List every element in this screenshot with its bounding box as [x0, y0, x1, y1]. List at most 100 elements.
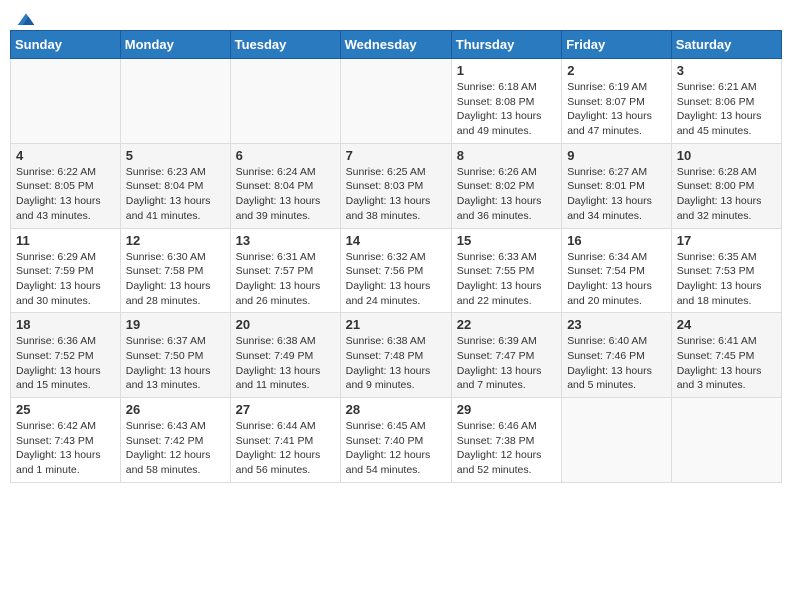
calendar-header-row: SundayMondayTuesdayWednesdayThursdayFrid…: [11, 31, 782, 59]
day-info: Sunrise: 6:21 AM Sunset: 8:06 PM Dayligh…: [677, 80, 776, 139]
day-number: 29: [457, 402, 556, 417]
calendar-cell: 1 Sunrise: 6:18 AM Sunset: 8:08 PM Daylig…: [451, 59, 561, 144]
calendar-cell: [562, 398, 672, 483]
day-number: 25: [16, 402, 115, 417]
day-number: 27: [236, 402, 335, 417]
calendar-cell: 9Sunrise: 6:27 AM Sunset: 8:01 PM Daylig…: [562, 143, 672, 228]
day-number: 19: [126, 317, 225, 332]
calendar-cell: 4Sunrise: 6:22 AM Sunset: 8:05 PM Daylig…: [11, 143, 121, 228]
day-number: 1: [457, 63, 556, 78]
calendar-week-row: 25 Sunrise: 6:42 AM Sunset: 7:43 PM Dayli…: [11, 398, 782, 483]
calendar-cell: 24 Sunrise: 6:41 AM Sunset: 7:45 PM Dayli…: [671, 313, 781, 398]
calendar-cell: [230, 59, 340, 144]
calendar-cell: 15 Sunrise: 6:33 AM Sunset: 7:55 PM Dayli…: [451, 228, 561, 313]
calendar-cell: 14 Sunrise: 6:32 AM Sunset: 7:56 PM Dayli…: [340, 228, 451, 313]
day-number: 22: [457, 317, 556, 332]
calendar-week-row: 18 Sunrise: 6:36 AM Sunset: 7:52 PM Dayli…: [11, 313, 782, 398]
day-header-monday: Monday: [120, 31, 230, 59]
day-info: Sunrise: 6:33 AM Sunset: 7:55 PM Dayligh…: [457, 250, 556, 309]
calendar-week-row: 4Sunrise: 6:22 AM Sunset: 8:05 PM Daylig…: [11, 143, 782, 228]
page-header: [10, 10, 782, 24]
day-header-wednesday: Wednesday: [340, 31, 451, 59]
day-info: Sunrise: 6:30 AM Sunset: 7:58 PM Dayligh…: [126, 250, 225, 309]
day-info: Sunrise: 6:39 AM Sunset: 7:47 PM Dayligh…: [457, 334, 556, 393]
calendar-cell: 8 Sunrise: 6:26 AM Sunset: 8:02 PM Daylig…: [451, 143, 561, 228]
day-number: 7: [346, 148, 446, 163]
day-header-saturday: Saturday: [671, 31, 781, 59]
day-number: 28: [346, 402, 446, 417]
calendar-cell: 6Sunrise: 6:24 AM Sunset: 8:04 PM Daylig…: [230, 143, 340, 228]
day-number: 20: [236, 317, 335, 332]
calendar-cell: 23Sunrise: 6:40 AM Sunset: 7:46 PM Dayli…: [562, 313, 672, 398]
day-info: Sunrise: 6:42 AM Sunset: 7:43 PM Dayligh…: [16, 419, 115, 478]
day-header-thursday: Thursday: [451, 31, 561, 59]
day-header-friday: Friday: [562, 31, 672, 59]
day-info: Sunrise: 6:31 AM Sunset: 7:57 PM Dayligh…: [236, 250, 335, 309]
day-info: Sunrise: 6:43 AM Sunset: 7:42 PM Dayligh…: [126, 419, 225, 478]
day-info: Sunrise: 6:24 AM Sunset: 8:04 PM Dayligh…: [236, 165, 335, 224]
calendar-cell: 5 Sunrise: 6:23 AM Sunset: 8:04 PM Daylig…: [120, 143, 230, 228]
day-number: 17: [677, 233, 776, 248]
day-info: Sunrise: 6:38 AM Sunset: 7:49 PM Dayligh…: [236, 334, 335, 393]
day-info: Sunrise: 6:34 AM Sunset: 7:54 PM Dayligh…: [567, 250, 666, 309]
day-info: Sunrise: 6:19 AM Sunset: 8:07 PM Dayligh…: [567, 80, 666, 139]
calendar-cell: 16 Sunrise: 6:34 AM Sunset: 7:54 PM Dayli…: [562, 228, 672, 313]
day-info: Sunrise: 6:32 AM Sunset: 7:56 PM Dayligh…: [346, 250, 446, 309]
logo: [14, 10, 36, 24]
calendar-cell: 13 Sunrise: 6:31 AM Sunset: 7:57 PM Dayli…: [230, 228, 340, 313]
day-number: 24: [677, 317, 776, 332]
day-info: Sunrise: 6:18 AM Sunset: 8:08 PM Dayligh…: [457, 80, 556, 139]
day-number: 15: [457, 233, 556, 248]
day-info: Sunrise: 6:40 AM Sunset: 7:46 PM Dayligh…: [567, 334, 666, 393]
day-info: Sunrise: 6:36 AM Sunset: 7:52 PM Dayligh…: [16, 334, 115, 393]
calendar-cell: [671, 398, 781, 483]
day-info: Sunrise: 6:23 AM Sunset: 8:04 PM Dayligh…: [126, 165, 225, 224]
calendar-cell: [120, 59, 230, 144]
day-number: 5: [126, 148, 225, 163]
day-number: 11: [16, 233, 115, 248]
day-info: Sunrise: 6:27 AM Sunset: 8:01 PM Dayligh…: [567, 165, 666, 224]
calendar-cell: 20 Sunrise: 6:38 AM Sunset: 7:49 PM Dayli…: [230, 313, 340, 398]
day-number: 26: [126, 402, 225, 417]
day-number: 16: [567, 233, 666, 248]
day-info: Sunrise: 6:25 AM Sunset: 8:03 PM Dayligh…: [346, 165, 446, 224]
calendar-cell: 22 Sunrise: 6:39 AM Sunset: 7:47 PM Dayli…: [451, 313, 561, 398]
day-info: Sunrise: 6:41 AM Sunset: 7:45 PM Dayligh…: [677, 334, 776, 393]
day-header-sunday: Sunday: [11, 31, 121, 59]
calendar-cell: 25 Sunrise: 6:42 AM Sunset: 7:43 PM Dayli…: [11, 398, 121, 483]
calendar-table: SundayMondayTuesdayWednesdayThursdayFrid…: [10, 30, 782, 483]
day-number: 14: [346, 233, 446, 248]
day-number: 12: [126, 233, 225, 248]
calendar-cell: 3 Sunrise: 6:21 AM Sunset: 8:06 PM Daylig…: [671, 59, 781, 144]
calendar-cell: 18 Sunrise: 6:36 AM Sunset: 7:52 PM Dayli…: [11, 313, 121, 398]
day-number: 18: [16, 317, 115, 332]
calendar-cell: 7 Sunrise: 6:25 AM Sunset: 8:03 PM Daylig…: [340, 143, 451, 228]
calendar-cell: [11, 59, 121, 144]
day-info: Sunrise: 6:46 AM Sunset: 7:38 PM Dayligh…: [457, 419, 556, 478]
calendar-cell: 26 Sunrise: 6:43 AM Sunset: 7:42 PM Dayli…: [120, 398, 230, 483]
day-number: 8: [457, 148, 556, 163]
calendar-cell: 11 Sunrise: 6:29 AM Sunset: 7:59 PM Dayli…: [11, 228, 121, 313]
calendar-cell: 2 Sunrise: 6:19 AM Sunset: 8:07 PM Daylig…: [562, 59, 672, 144]
calendar-cell: 17 Sunrise: 6:35 AM Sunset: 7:53 PM Dayli…: [671, 228, 781, 313]
day-number: 10: [677, 148, 776, 163]
day-info: Sunrise: 6:45 AM Sunset: 7:40 PM Dayligh…: [346, 419, 446, 478]
day-info: Sunrise: 6:28 AM Sunset: 8:00 PM Dayligh…: [677, 165, 776, 224]
day-info: Sunrise: 6:38 AM Sunset: 7:48 PM Dayligh…: [346, 334, 446, 393]
day-info: Sunrise: 6:29 AM Sunset: 7:59 PM Dayligh…: [16, 250, 115, 309]
day-info: Sunrise: 6:44 AM Sunset: 7:41 PM Dayligh…: [236, 419, 335, 478]
day-info: Sunrise: 6:35 AM Sunset: 7:53 PM Dayligh…: [677, 250, 776, 309]
calendar-week-row: 1 Sunrise: 6:18 AM Sunset: 8:08 PM Daylig…: [11, 59, 782, 144]
day-info: Sunrise: 6:22 AM Sunset: 8:05 PM Dayligh…: [16, 165, 115, 224]
day-number: 2: [567, 63, 666, 78]
day-number: 13: [236, 233, 335, 248]
calendar-cell: 12 Sunrise: 6:30 AM Sunset: 7:58 PM Dayli…: [120, 228, 230, 313]
calendar-cell: [340, 59, 451, 144]
calendar-cell: 10 Sunrise: 6:28 AM Sunset: 8:00 PM Dayli…: [671, 143, 781, 228]
day-number: 3: [677, 63, 776, 78]
calendar-cell: 29 Sunrise: 6:46 AM Sunset: 7:38 PM Dayli…: [451, 398, 561, 483]
day-info: Sunrise: 6:37 AM Sunset: 7:50 PM Dayligh…: [126, 334, 225, 393]
calendar-cell: 28 Sunrise: 6:45 AM Sunset: 7:40 PM Dayli…: [340, 398, 451, 483]
calendar-cell: 19 Sunrise: 6:37 AM Sunset: 7:50 PM Dayli…: [120, 313, 230, 398]
day-info: Sunrise: 6:26 AM Sunset: 8:02 PM Dayligh…: [457, 165, 556, 224]
